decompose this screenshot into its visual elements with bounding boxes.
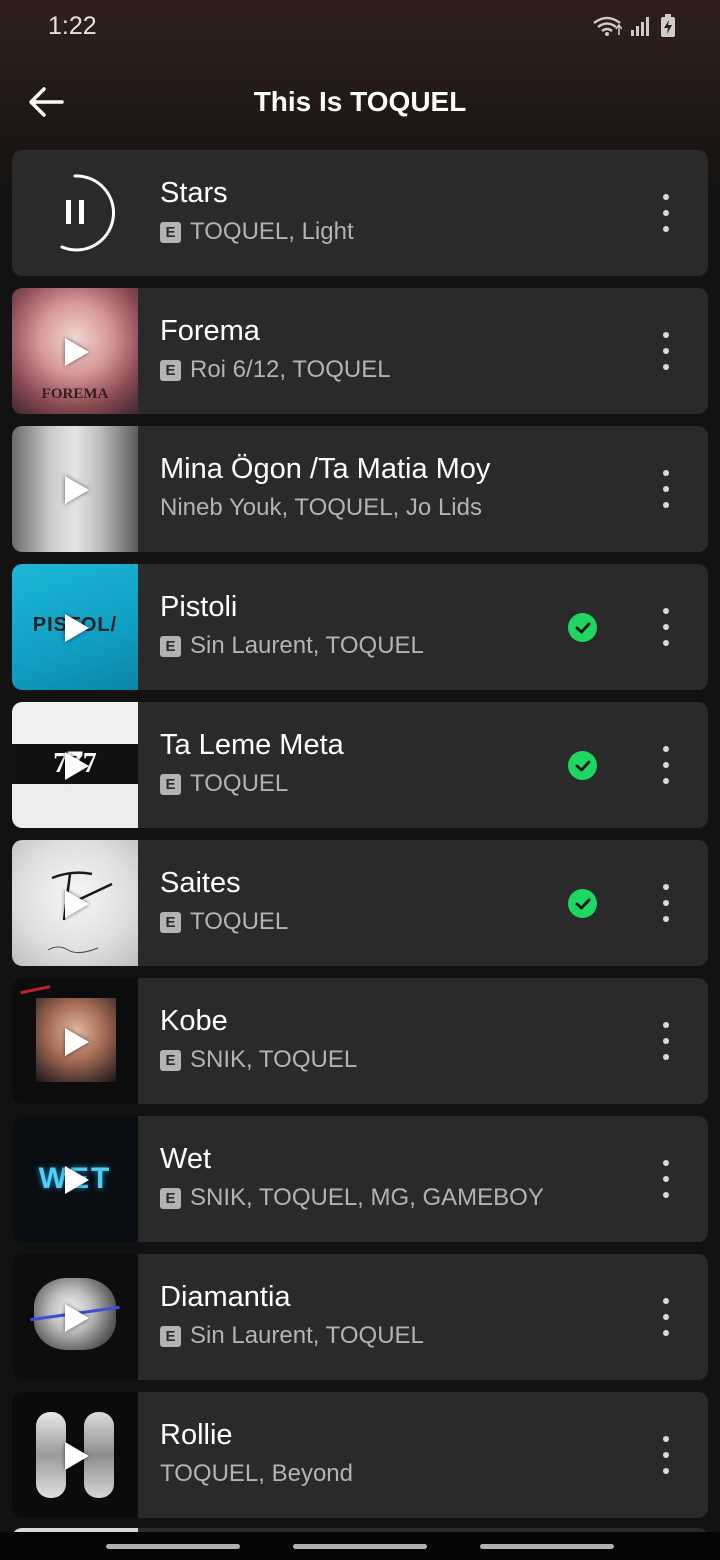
track-title: Pistoli <box>160 591 238 623</box>
track-row[interactable]: FOREMA Forema E Roi 6/12, TOQUEL <box>12 288 708 414</box>
more-options-icon[interactable] <box>660 194 672 232</box>
signal-icon <box>631 17 649 36</box>
play-icon[interactable] <box>65 1166 89 1194</box>
track-row[interactable]: PISTOL/ Pistoli E Sin Laurent, TOQUEL <box>12 564 708 690</box>
page-title: This Is TOQUEL <box>253 86 467 117</box>
album-art[interactable]: PISTOL/ <box>12 564 138 690</box>
track-title: Ta Leme Meta <box>160 729 344 761</box>
album-art[interactable] <box>12 1254 138 1380</box>
battery-charging-icon <box>661 14 675 37</box>
more-options-icon[interactable] <box>660 1436 672 1474</box>
album-art[interactable] <box>12 426 138 552</box>
status-icons <box>592 12 676 40</box>
explicit-icon: E <box>160 1049 181 1071</box>
explicit-icon: E <box>160 359 181 381</box>
play-icon[interactable] <box>65 338 89 366</box>
track-row[interactable]: Stars E TOQUEL, Light <box>12 150 708 276</box>
explicit-icon: E <box>160 221 181 243</box>
track-row[interactable]: Mina Ögon /Ta Matia Moy Nineb Youk, TOQU… <box>12 426 708 552</box>
album-art[interactable]: WET <box>12 1116 138 1242</box>
track-title: Rollie <box>160 1419 233 1451</box>
play-icon[interactable] <box>65 890 89 918</box>
downloaded-check-icon <box>568 889 597 918</box>
track-artists: TOQUEL <box>190 908 289 935</box>
system-navigation-bar <box>0 1532 720 1560</box>
status-bar: 1:22 <box>0 0 720 52</box>
track-row[interactable]: 7𝟕7 Ta Leme Meta E TOQUEL <box>12 702 708 828</box>
track-artists: TOQUEL, Light <box>190 218 354 245</box>
track-artists: Roi 6/12, TOQUEL <box>190 356 391 383</box>
downloaded-check-icon <box>568 751 597 780</box>
track-artists: TOQUEL, Beyond <box>160 1460 353 1487</box>
explicit-icon: E <box>160 1325 181 1347</box>
album-art-text: FOREMA <box>41 386 109 402</box>
more-options-icon[interactable] <box>660 608 672 646</box>
track-list: Stars E TOQUEL, Light FOREMA Forema E Roi … <box>12 150 708 1530</box>
track-title: Mina Ögon /Ta Matia Moy <box>160 453 491 485</box>
status-time: 1:22 <box>48 12 97 40</box>
track-title: Saites <box>160 867 241 899</box>
track-row[interactable]: WET Wet E SNIK, TOQUEL, MG, GAMEBOY <box>12 1116 708 1242</box>
more-options-icon[interactable] <box>660 1022 672 1060</box>
downloaded-check-icon <box>568 613 597 642</box>
album-art[interactable] <box>12 1392 138 1518</box>
explicit-icon: E <box>160 773 181 795</box>
track-artists: Sin Laurent, TOQUEL <box>190 632 424 659</box>
track-row[interactable]: Diamantia E Sin Laurent, TOQUEL <box>12 1254 708 1380</box>
track-artists: TOQUEL <box>190 770 289 797</box>
wifi-icon <box>593 16 622 36</box>
pause-icon[interactable] <box>12 150 138 276</box>
more-options-icon[interactable] <box>660 1160 672 1198</box>
track-title: Stars <box>160 177 228 209</box>
play-icon[interactable] <box>65 752 89 780</box>
app-header: This Is TOQUEL <box>0 52 720 150</box>
nav-home-button[interactable] <box>293 1544 427 1549</box>
more-options-icon[interactable] <box>660 470 672 508</box>
now-playing-indicator[interactable] <box>12 150 138 276</box>
track-artists: SNIK, TOQUEL, MG, GAMEBOY <box>190 1184 544 1211</box>
more-options-icon[interactable] <box>660 332 672 370</box>
jewelry-left <box>36 1412 66 1498</box>
play-icon[interactable] <box>65 476 89 504</box>
play-icon[interactable] <box>65 1304 89 1332</box>
explicit-icon: E <box>160 635 181 657</box>
more-options-icon[interactable] <box>660 1298 672 1336</box>
album-art[interactable] <box>12 840 138 966</box>
nav-recents-button[interactable] <box>106 1544 240 1549</box>
play-icon[interactable] <box>65 1028 89 1056</box>
track-title: Kobe <box>160 1005 228 1037</box>
play-icon[interactable] <box>65 1442 89 1470</box>
album-art[interactable]: FOREMA <box>12 288 138 414</box>
explicit-icon: E <box>160 911 181 933</box>
track-title: Wet <box>160 1143 212 1175</box>
track-title: Diamantia <box>160 1281 291 1313</box>
track-row[interactable]: Saites E TOQUEL <box>12 840 708 966</box>
more-options-icon[interactable] <box>660 746 672 784</box>
explicit-icon: E <box>160 1187 181 1209</box>
track-artists: Sin Laurent, TOQUEL <box>190 1322 424 1349</box>
track-artists: SNIK, TOQUEL <box>190 1046 358 1073</box>
track-title: Forema <box>160 315 260 347</box>
nav-back-button[interactable] <box>480 1544 614 1549</box>
album-art[interactable] <box>12 978 138 1104</box>
album-art[interactable]: 7𝟕7 <box>12 702 138 828</box>
track-row[interactable]: Kobe E SNIK, TOQUEL <box>12 978 708 1104</box>
track-artists: Nineb Youk, TOQUEL, Jo Lids <box>160 494 482 521</box>
play-icon[interactable] <box>65 614 89 642</box>
track-row[interactable]: Rollie TOQUEL, Beyond <box>12 1392 708 1518</box>
more-options-icon[interactable] <box>660 884 672 922</box>
